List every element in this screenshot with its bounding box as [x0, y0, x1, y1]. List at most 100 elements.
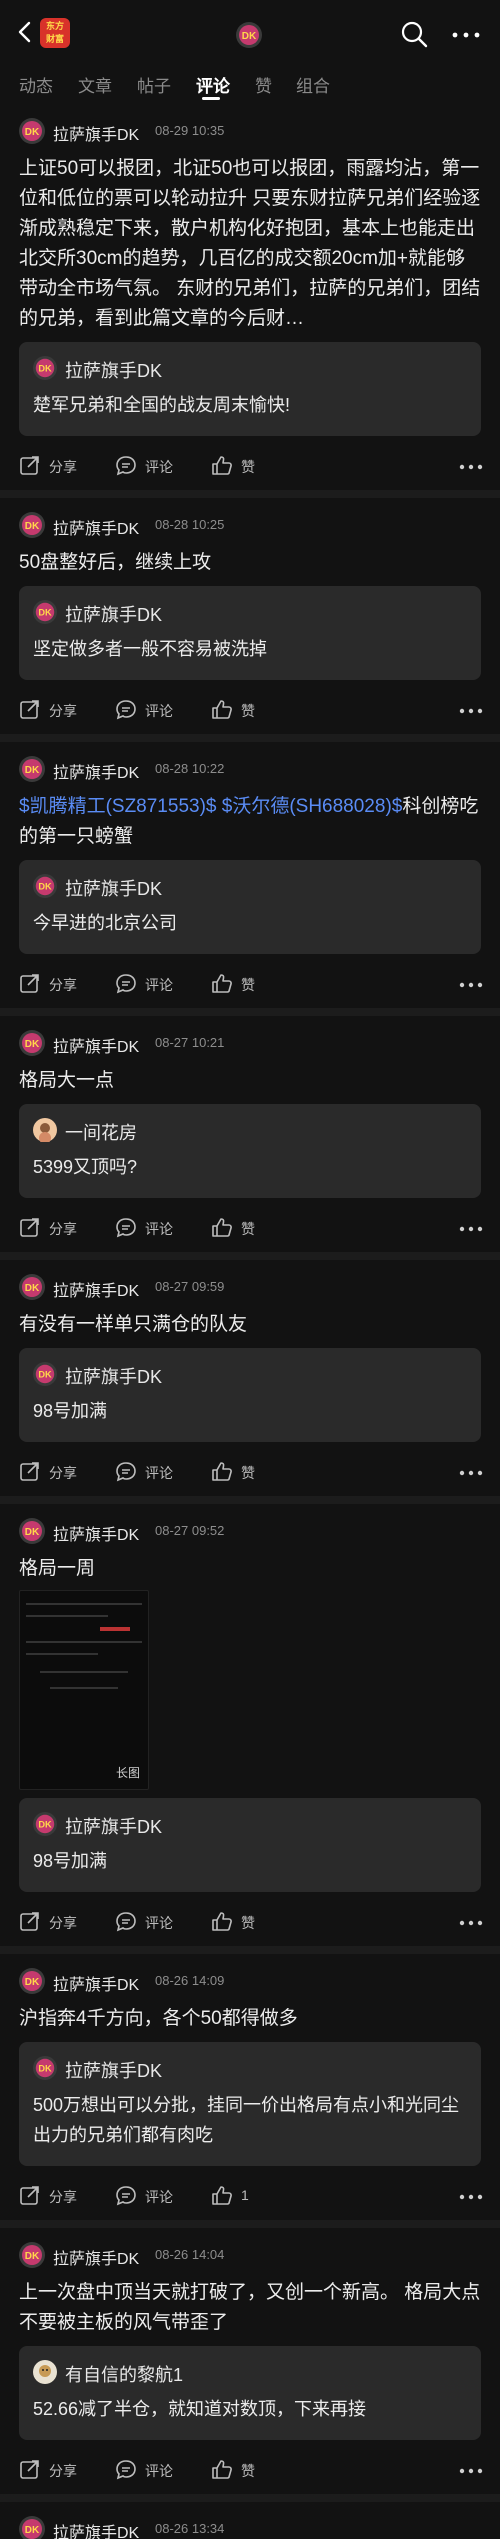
post-date: 08-26 13:34	[155, 2521, 225, 2536]
comment-item[interactable]: 拉萨旗手DK 08-27 10:21 格局大一点 一间花房 5399又顶吗? 分…	[0, 1030, 500, 1260]
comment-item[interactable]: 拉萨旗手DK 08-26 14:04 上一次盘中顶当天就打破了，又创一个新高。 …	[0, 2242, 500, 2502]
comment-item[interactable]: 拉萨旗手DK 08-26 14:09 沪指奔4千方向，各个50都得做多 拉萨旗手…	[0, 1968, 500, 2228]
avatar[interactable]	[19, 118, 45, 144]
avatar[interactable]	[19, 756, 45, 782]
comment-item[interactable]: 拉萨旗手DK 08-27 09:59 有没有一样单只满仓的队友 拉萨旗手DK 9…	[0, 1274, 500, 1504]
post-username[interactable]: 拉萨旗手DK	[53, 759, 139, 783]
top-bar: 东方 财富	[0, 0, 500, 66]
post-username[interactable]: 拉萨旗手DK	[53, 121, 139, 145]
image-content	[26, 1653, 98, 1655]
stock-link[interactable]: $沃尔德(SH688028)$	[222, 796, 403, 817]
share-icon	[20, 2186, 39, 2205]
post-body[interactable]: 格局大一点	[19, 1066, 481, 1096]
post-actions: 分享 评论 赞	[19, 954, 483, 1008]
post-body[interactable]: 沪指奔4千方向，各个50都得做多	[19, 2004, 481, 2034]
user-avatar[interactable]	[236, 22, 262, 48]
tab-posts[interactable]: 帖子	[137, 72, 171, 97]
quote-text: 98号加满	[33, 1851, 108, 1871]
avatar[interactable]	[19, 1274, 45, 1300]
quoted-post[interactable]: 一间花房 5399又顶吗?	[19, 1104, 481, 1198]
post-username[interactable]: 拉萨旗手DK	[53, 1971, 139, 1995]
tab-dynamics[interactable]: 动态	[19, 72, 53, 97]
post-username[interactable]: 拉萨旗手DK	[53, 2519, 139, 2539]
post-header: 拉萨旗手DK 08-27 10:21	[19, 1030, 481, 1056]
comment-icon	[116, 1462, 136, 1481]
quoted-post[interactable]: 拉萨旗手DK 今早进的北京公司	[19, 860, 481, 954]
more-icon[interactable]	[452, 32, 480, 38]
post-body[interactable]: 上证50可以报团，北证50也可以报团，雨露均沾，第一位和低位的票可以轮动拉升 只…	[19, 154, 481, 334]
like-icon	[212, 1218, 232, 1237]
avatar[interactable]	[19, 1968, 45, 1994]
post-actions: 分享 评论 赞	[19, 1442, 483, 1496]
post-username[interactable]: 拉萨旗手DK	[53, 1033, 139, 1057]
more-options-icon[interactable]	[459, 1226, 483, 1232]
stock-link[interactable]: $凯腾精工(SZ871553)$	[19, 796, 216, 817]
divider	[0, 2220, 500, 2228]
comment-label: 评论	[145, 2189, 173, 2205]
quoted-post[interactable]: 拉萨旗手DK 坚定做多者一般不容易被洗掉	[19, 586, 481, 680]
post-body[interactable]: 有没有一样单只满仓的队友	[19, 1310, 481, 1340]
like-icon	[212, 2460, 232, 2479]
comment-item[interactable]: 拉萨旗手DK 08-29 10:35 上证50可以报团，北证50也可以报团，雨露…	[0, 118, 500, 498]
avatar[interactable]	[19, 2516, 45, 2539]
comment-icon	[116, 1218, 136, 1237]
comment-icon	[116, 2460, 136, 2479]
post-date: 08-27 10:21	[155, 1035, 225, 1050]
more-options-icon[interactable]	[459, 464, 483, 470]
tab-likes[interactable]: 赞	[255, 72, 272, 97]
quoted-post[interactable]: 有自信的黎航1 52.66减了半仓，就知道对数顶，下来再接	[19, 2346, 481, 2440]
tab-portfolio[interactable]: 组合	[296, 72, 330, 97]
divider	[0, 1008, 500, 1016]
comment-item[interactable]: 拉萨旗手DK 08-27 09:52 格局一周 长图 拉萨旗手DK 98号加满 …	[0, 1518, 500, 1954]
quoted-post[interactable]: 拉萨旗手DK 98号加满	[19, 1348, 481, 1442]
post-actions: 分享 评论 赞	[19, 1892, 483, 1946]
more-options-icon[interactable]	[459, 708, 483, 714]
quoted-post[interactable]: 拉萨旗手DK 500万想出可以分批，挂同一价出格局有点小和光同尘出力的兄弟们都有…	[19, 2042, 481, 2166]
post-date: 08-27 09:59	[155, 1279, 225, 1294]
quote-avatar	[33, 600, 57, 624]
post-header: 拉萨旗手DK 08-28 10:22	[19, 756, 481, 782]
post-body[interactable]: 格局一周	[19, 1554, 481, 1584]
comment-item[interactable]: 拉萨旗手DK 08-28 10:25 50盘整好后，继续上攻 拉萨旗手DK 坚定…	[0, 512, 500, 742]
quote-text: 楚军兄弟和全国的战友周末愉快!	[33, 395, 290, 415]
quote-header: 一间花房	[33, 1118, 467, 1143]
quote-avatar	[33, 2056, 57, 2080]
avatar[interactable]	[19, 1030, 45, 1056]
post-header: 拉萨旗手DK 08-27 09:52	[19, 1518, 481, 1544]
post-username[interactable]: 拉萨旗手DK	[53, 1277, 139, 1301]
more-options-icon[interactable]	[459, 2194, 483, 2200]
share-icon	[20, 2460, 39, 2479]
tab-comments[interactable]: 评论	[196, 72, 230, 97]
image-content	[40, 1671, 128, 1673]
post-image-thumbnail[interactable]: 长图	[19, 1590, 149, 1790]
share-label: 分享	[49, 703, 77, 719]
more-options-icon[interactable]	[459, 1920, 483, 1926]
comment-item[interactable]: 拉萨旗手DK 08-26 13:34	[0, 2516, 500, 2539]
comment-item[interactable]: 拉萨旗手DK 08-28 10:22 $凯腾精工(SZ871553)$ $沃尔德…	[0, 756, 500, 1016]
post-username[interactable]: 拉萨旗手DK	[53, 2245, 139, 2269]
post-username[interactable]: 拉萨旗手DK	[53, 1521, 139, 1545]
tab-articles[interactable]: 文章	[78, 72, 112, 97]
quote-username: 有自信的黎航1	[65, 2365, 184, 2385]
quote-header: 有自信的黎航1	[33, 2360, 467, 2385]
post-body[interactable]: 50盘整好后，继续上攻	[19, 548, 481, 578]
quote-header: 拉萨旗手DK	[33, 1362, 467, 1387]
avatar[interactable]	[19, 2242, 45, 2268]
post-body[interactable]: 上一次盘中顶当天就打破了，又创一个新高。 格局大点不要被主板的风气带歪了	[19, 2278, 481, 2338]
avatar[interactable]	[19, 1518, 45, 1544]
post-username[interactable]: 拉萨旗手DK	[53, 515, 139, 539]
more-options-icon[interactable]	[459, 1470, 483, 1476]
quoted-post[interactable]: 拉萨旗手DK 楚军兄弟和全国的战友周末愉快!	[19, 342, 481, 436]
quote-text: 5399又顶吗?	[33, 1157, 138, 1177]
back-arrow-icon[interactable]	[14, 20, 38, 44]
quote-text: 500万想出可以分批，挂同一价出格局有点小和光同尘出力的兄弟们都有肉吃	[33, 2095, 460, 2145]
search-icon[interactable]	[400, 20, 428, 48]
comment-label: 评论	[145, 703, 173, 719]
quoted-post[interactable]: 拉萨旗手DK 98号加满	[19, 1798, 481, 1892]
more-options-icon[interactable]	[459, 982, 483, 988]
avatar[interactable]	[19, 512, 45, 538]
post-body[interactable]: $凯腾精工(SZ871553)$ $沃尔德(SH688028)$科创榜吃的第一只…	[19, 792, 481, 852]
more-options-icon[interactable]	[459, 2468, 483, 2474]
quote-avatar	[33, 874, 57, 898]
post-actions: 分享 评论 赞	[19, 1198, 483, 1252]
